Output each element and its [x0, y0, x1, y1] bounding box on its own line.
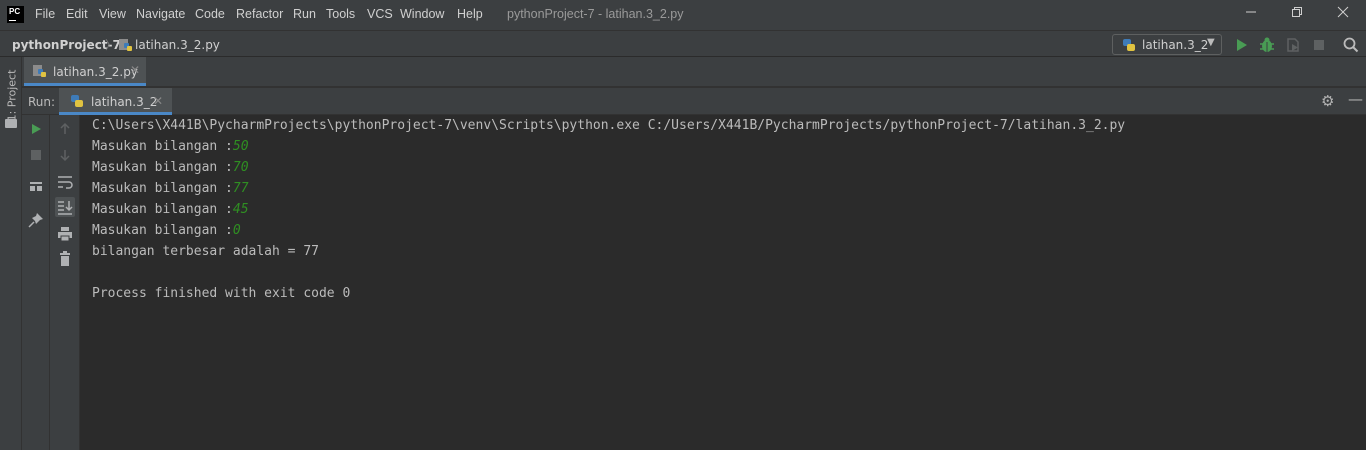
down-arrow-icon: [60, 150, 70, 162]
console-command-line: C:\Users\X441B\PycharmProjects\pythonPro…: [92, 118, 1126, 133]
console-input-line: Masukan bilangan :50: [92, 139, 249, 154]
console-user-input: 0: [232, 223, 241, 238]
close-tab-icon[interactable]: ✕: [153, 94, 163, 108]
debug-button[interactable]: [1257, 35, 1277, 55]
soft-wrap-icon: [58, 176, 73, 189]
stop-button[interactable]: [1309, 35, 1329, 55]
run-side-toolbar: [22, 115, 50, 450]
menu-help[interactable]: Help: [457, 7, 483, 21]
pin-tab-button[interactable]: [26, 210, 46, 230]
python-icon: [71, 95, 83, 107]
run-tool-window-header: Run: latihan.3_2 ✕ ⚙ —: [22, 87, 1366, 115]
print-icon: [58, 227, 72, 242]
window-title: pythonProject-7 - latihan.3_2.py: [507, 7, 684, 21]
pycharm-logo: PC: [7, 6, 24, 23]
console-input-line: Masukan bilangan :77: [92, 181, 249, 196]
console-side-toolbar: [50, 115, 80, 450]
console-prompt: Masukan bilangan :: [92, 139, 233, 154]
run-tab-label: latihan.3_2: [91, 95, 158, 109]
console-user-input: 70: [232, 160, 249, 175]
search-everywhere-button[interactable]: [1341, 35, 1361, 55]
menu-tools[interactable]: Tools: [326, 7, 355, 21]
print-button[interactable]: [55, 224, 75, 244]
layout-icon: [30, 182, 42, 191]
search-icon: [1343, 37, 1359, 53]
console-result-line: bilangan terbesar adalah = 77: [92, 244, 319, 259]
close-icon: [1337, 6, 1349, 18]
breadcrumb-file[interactable]: latihan.3_2.py: [135, 38, 220, 52]
run-configuration-selector[interactable]: latihan.3_2 ▼: [1112, 34, 1222, 55]
pin-icon: [28, 213, 43, 228]
console-input-line: Masukan bilangan :70: [92, 160, 249, 175]
stop-icon: [1314, 40, 1324, 50]
menu-code[interactable]: Code: [195, 7, 225, 21]
run-configuration-label: latihan.3_2: [1142, 38, 1209, 52]
window-close-button[interactable]: [1320, 0, 1366, 30]
title-bar: PC File Edit View Navigate Code Refactor…: [0, 0, 1366, 30]
menu-file[interactable]: File: [35, 7, 55, 21]
scroll-to-end-button[interactable]: [55, 197, 75, 217]
console-user-input: 45: [232, 202, 249, 217]
breadcrumb-separator-icon: 〉: [105, 38, 118, 52]
run-console[interactable]: C:\Users\X441B\PycharmProjects\pythonPro…: [80, 115, 1366, 450]
folder-icon: [5, 119, 17, 128]
clear-all-button[interactable]: [55, 249, 75, 269]
coverage-icon: [1287, 38, 1299, 52]
window-restore-button[interactable]: [1274, 0, 1320, 30]
stop-button[interactable]: [26, 145, 46, 165]
window-minimize-button[interactable]: [1228, 0, 1274, 30]
minimize-window-icon: [1246, 11, 1256, 13]
menu-refactor[interactable]: Refactor: [236, 7, 283, 21]
console-user-input: 50: [232, 139, 249, 154]
python-file-icon: [119, 39, 132, 51]
menu-view[interactable]: View: [99, 7, 126, 21]
project-tab-label: 1: Project: [5, 69, 19, 122]
rerun-button[interactable]: [26, 119, 46, 139]
run-tab-latihan-3-2[interactable]: latihan.3_2 ✕: [59, 88, 172, 115]
menu-run[interactable]: Run: [293, 7, 316, 21]
console-input-line: Masukan bilangan :45: [92, 202, 249, 217]
layout-button[interactable]: [26, 177, 46, 197]
run-button[interactable]: [1232, 35, 1252, 55]
up-button[interactable]: [55, 119, 75, 139]
console-prompt: Masukan bilangan :: [92, 181, 233, 196]
down-button[interactable]: [55, 145, 75, 165]
python-icon: [1123, 39, 1135, 51]
chevron-down-icon: ▼: [1207, 37, 1215, 48]
menu-window[interactable]: Window: [400, 7, 444, 21]
run-with-coverage-button[interactable]: [1283, 35, 1303, 55]
menu-navigate[interactable]: Navigate: [136, 7, 185, 21]
tab-latihan-3-2[interactable]: latihan.3_2.py ✕: [24, 57, 146, 86]
restore-window-icon: [1292, 7, 1302, 17]
console-prompt: Masukan bilangan :: [92, 202, 233, 217]
tab-label: latihan.3_2.py: [53, 65, 138, 79]
console-prompt: Masukan bilangan :: [92, 160, 233, 175]
console-exit-line: Process finished with exit code 0: [92, 286, 351, 301]
run-icon: [1237, 39, 1247, 51]
run-icon: [32, 124, 41, 134]
scroll-to-end-icon: [58, 201, 73, 215]
run-label: Run:: [28, 95, 56, 109]
debug-icon: [1260, 37, 1274, 52]
trash-icon: [60, 251, 70, 266]
console-prompt: Masukan bilangan :: [92, 223, 233, 238]
close-tab-icon[interactable]: ✕: [130, 63, 140, 77]
console-input-line: Masukan bilangan :0: [92, 223, 241, 238]
minimize-icon[interactable]: —: [1348, 90, 1363, 108]
menu-edit[interactable]: Edit: [66, 7, 88, 21]
menu-vcs[interactable]: VCS: [367, 7, 393, 21]
navigation-bar: pythonProject-7 〉 latihan.3_2.py latihan…: [0, 30, 1366, 57]
editor-tabs: latihan.3_2.py ✕: [22, 57, 1366, 87]
left-tool-stripe: 1: Project: [0, 57, 22, 450]
up-arrow-icon: [60, 122, 70, 134]
gear-icon[interactable]: ⚙: [1321, 92, 1334, 110]
console-user-input: 77: [232, 181, 249, 196]
python-file-icon: [33, 65, 46, 77]
soft-wrap-button[interactable]: [55, 172, 75, 192]
stop-icon: [31, 150, 41, 160]
